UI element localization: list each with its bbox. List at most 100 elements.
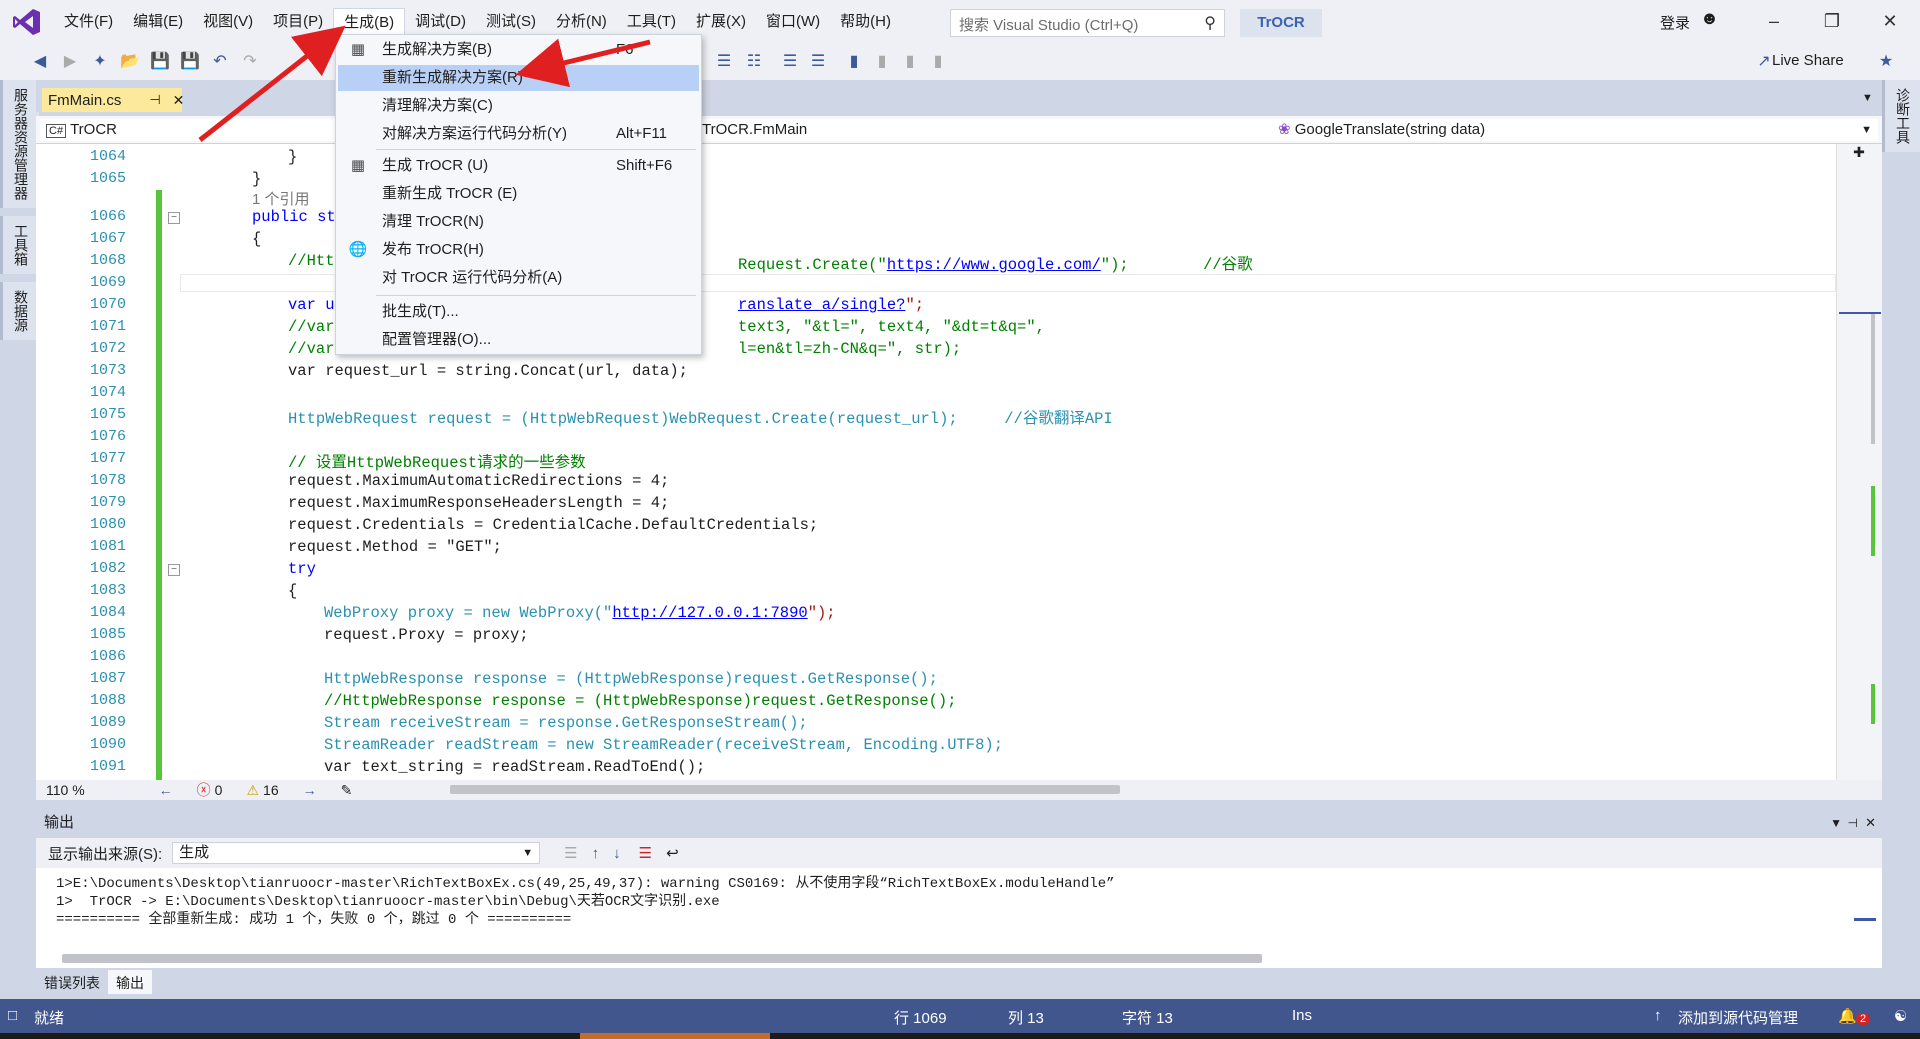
feedback-status-icon[interactable]: ☯	[1894, 1007, 1907, 1025]
search-icon[interactable]: ⚲	[1204, 13, 1216, 33]
rebuild-solution-item[interactable]: 重新生成解决方案(R)	[338, 65, 699, 91]
clean-project-item[interactable]: 清理 TrOCR(N)	[338, 209, 699, 235]
menu-view[interactable]: 视图(V)	[193, 8, 263, 36]
output-source-select[interactable]: 生成 ▼	[172, 842, 541, 864]
word-wrap-icon[interactable]: ↩	[666, 844, 679, 862]
prev-issue-icon[interactable]: ←	[159, 782, 173, 798]
close-panel-icon[interactable]: ✕	[1865, 812, 1876, 834]
build-project-item[interactable]: ▦ 生成 TrOCR (U) Shift+F6	[338, 153, 699, 179]
menu-build[interactable]: 生成(B)	[333, 7, 406, 37]
live-share-button[interactable]: Live Share	[1772, 52, 1844, 69]
toolbar-icon-b[interactable]: ☷	[742, 51, 766, 73]
error-count[interactable]: 0	[215, 782, 223, 798]
save-icon[interactable]: 💾	[148, 51, 172, 73]
pin-panel-icon[interactable]: ⊣	[1848, 812, 1858, 834]
server-explorer-tab[interactable]: 服务器资源管理器	[0, 80, 39, 208]
minimize-button[interactable]: –	[1754, 6, 1794, 36]
close-tab-icon[interactable]: ✕	[173, 92, 185, 109]
code-url[interactable]: https://www.google.com/	[887, 256, 1101, 274]
code-editor[interactable]: 1064 1065 1066 1067 1068 1069 1070 1071 …	[36, 144, 1836, 780]
status-insert-mode[interactable]: Ins	[1292, 1007, 1312, 1024]
class-dropdown[interactable]: TrOCR.FmMain ▼	[696, 119, 1296, 141]
run-code-analysis-solution-item[interactable]: 对解决方案运行代码分析(Y) Alt+F11	[338, 121, 699, 147]
project-dropdown[interactable]: C# TrOCR	[40, 119, 340, 141]
comment-icon[interactable]: ☰	[778, 51, 802, 73]
search-input[interactable]: 搜索 Visual Studio (Ctrl+Q) ⚲	[950, 9, 1225, 37]
bookmark-icon[interactable]: ▮	[842, 51, 866, 73]
error-icon[interactable]: ⓧ	[197, 780, 211, 800]
zoom-dropdown[interactable]: 110 %	[46, 782, 85, 798]
publish-project-item[interactable]: 🌐 发布 TrOCR(H)	[338, 237, 699, 263]
warning-icon[interactable]: ⚠	[246, 782, 259, 799]
next-issue-icon[interactable]: →	[303, 782, 317, 798]
menu-debug[interactable]: 调试(D)	[405, 8, 476, 36]
output-line: 1>E:\Documents\Desktop\tianruoocr-master…	[56, 876, 1115, 892]
output-hscroll-thumb[interactable]	[62, 954, 1262, 963]
clean-solution-item[interactable]: 清理解决方案(C)	[338, 93, 699, 119]
restore-button[interactable]: ❐	[1812, 6, 1852, 36]
build-solution-item[interactable]: ▦ 生成解决方案(B) F6	[338, 37, 699, 63]
tab-output[interactable]: 输出	[108, 970, 152, 994]
menu-project[interactable]: 项目(P)	[263, 8, 333, 36]
fold-toggle-icon[interactable]: −	[168, 564, 180, 576]
clear-all-icon[interactable]: ☰	[639, 844, 652, 862]
bookmark-prev-icon[interactable]: ▮	[870, 51, 894, 73]
user-icon[interactable]: ☻	[1700, 8, 1719, 29]
close-window-button[interactable]: ✕	[1870, 6, 1910, 36]
status-char[interactable]: 字符 13	[1122, 1007, 1173, 1028]
toolbar-icon-a[interactable]: ☰	[712, 51, 736, 73]
tab-overflow-icon[interactable]: ▼	[1862, 92, 1873, 104]
menu-window[interactable]: 窗口(W)	[756, 8, 830, 36]
tab-fmmain-cs[interactable]: FmMain.cs ⊣ ✕	[42, 88, 185, 112]
horizontal-scroll-thumb[interactable]	[450, 785, 1120, 794]
menu-file[interactable]: 文件(F)	[54, 8, 123, 36]
menu-analyze[interactable]: 分析(N)	[546, 8, 617, 36]
run-code-analysis-project-item[interactable]: 对 TrOCR 运行代码分析(A)	[338, 265, 699, 291]
split-editor-icon[interactable]: ✚	[1849, 144, 1869, 162]
warning-count[interactable]: 16	[263, 782, 279, 798]
code-cleanup-icon[interactable]: ✎	[341, 782, 353, 799]
output-text-area[interactable]: 1>E:\Documents\Desktop\tianruoocr-master…	[36, 868, 1882, 968]
bookmark-clear-icon[interactable]: ▮	[926, 51, 950, 73]
toolbox-tab[interactable]: 工具箱	[0, 216, 39, 274]
panel-options-icon[interactable]: ▼	[1830, 812, 1842, 834]
batch-build-item[interactable]: 批生成(T)...	[338, 299, 699, 325]
tab-error-list[interactable]: 错误列表	[36, 970, 108, 994]
pin-icon[interactable]: ⊣	[149, 92, 160, 108]
save-all-icon[interactable]: 💾	[178, 51, 202, 73]
menu-help[interactable]: 帮助(H)	[830, 8, 901, 36]
scroll-thumb[interactable]	[1871, 314, 1875, 444]
member-dropdown[interactable]: ❀ GoogleTranslate(string data) ▼	[1272, 119, 1878, 141]
rebuild-project-item[interactable]: 重新生成 TrOCR (E)	[338, 181, 699, 207]
notifications-icon[interactable]: 🔔	[1838, 1007, 1857, 1025]
find-message-icon[interactable]: ☰	[564, 844, 577, 862]
redo-icon[interactable]: ↷	[238, 51, 262, 73]
status-column[interactable]: 列 13	[1008, 1007, 1044, 1028]
data-sources-tab[interactable]: 数据源	[0, 282, 39, 340]
uncomment-icon[interactable]: ☰	[806, 51, 830, 73]
vertical-scrollbar[interactable]: ✚	[1836, 144, 1882, 780]
new-project-icon[interactable]: ✦	[88, 51, 112, 73]
status-line[interactable]: 行 1069	[894, 1007, 947, 1028]
code-url[interactable]: http://127.0.0.1:7890	[612, 604, 807, 622]
reference-hint[interactable]: 1 个引用	[252, 188, 310, 209]
feedback-icon[interactable]: ★	[1874, 51, 1898, 73]
next-message-icon[interactable]: ↓	[613, 845, 621, 862]
undo-icon[interactable]: ↶	[208, 51, 232, 73]
code-url[interactable]: ranslate_a/single?	[738, 296, 905, 314]
configuration-manager-item[interactable]: 配置管理器(O)...	[338, 327, 699, 353]
menu-extensions[interactable]: 扩展(X)	[686, 8, 756, 36]
open-file-icon[interactable]: 📂	[118, 51, 142, 73]
menu-test[interactable]: 测试(S)	[476, 8, 546, 36]
login-link[interactable]: 登录	[1660, 12, 1690, 33]
diagnostic-tools-tab[interactable]: 诊断工具	[1882, 80, 1920, 152]
back-icon[interactable]: ◀	[28, 51, 52, 73]
menu-edit[interactable]: 编辑(E)	[123, 8, 193, 36]
fold-toggle-icon[interactable]: −	[168, 212, 180, 224]
forward-icon[interactable]: ▶	[58, 51, 82, 73]
prev-message-icon[interactable]: ↑	[592, 845, 600, 862]
method-icon: ❀	[1278, 121, 1291, 138]
add-to-source-control-button[interactable]: 添加到源代码管理	[1678, 1007, 1798, 1028]
bookmark-next-icon[interactable]: ▮	[898, 51, 922, 73]
menu-tools[interactable]: 工具(T)	[617, 8, 686, 36]
